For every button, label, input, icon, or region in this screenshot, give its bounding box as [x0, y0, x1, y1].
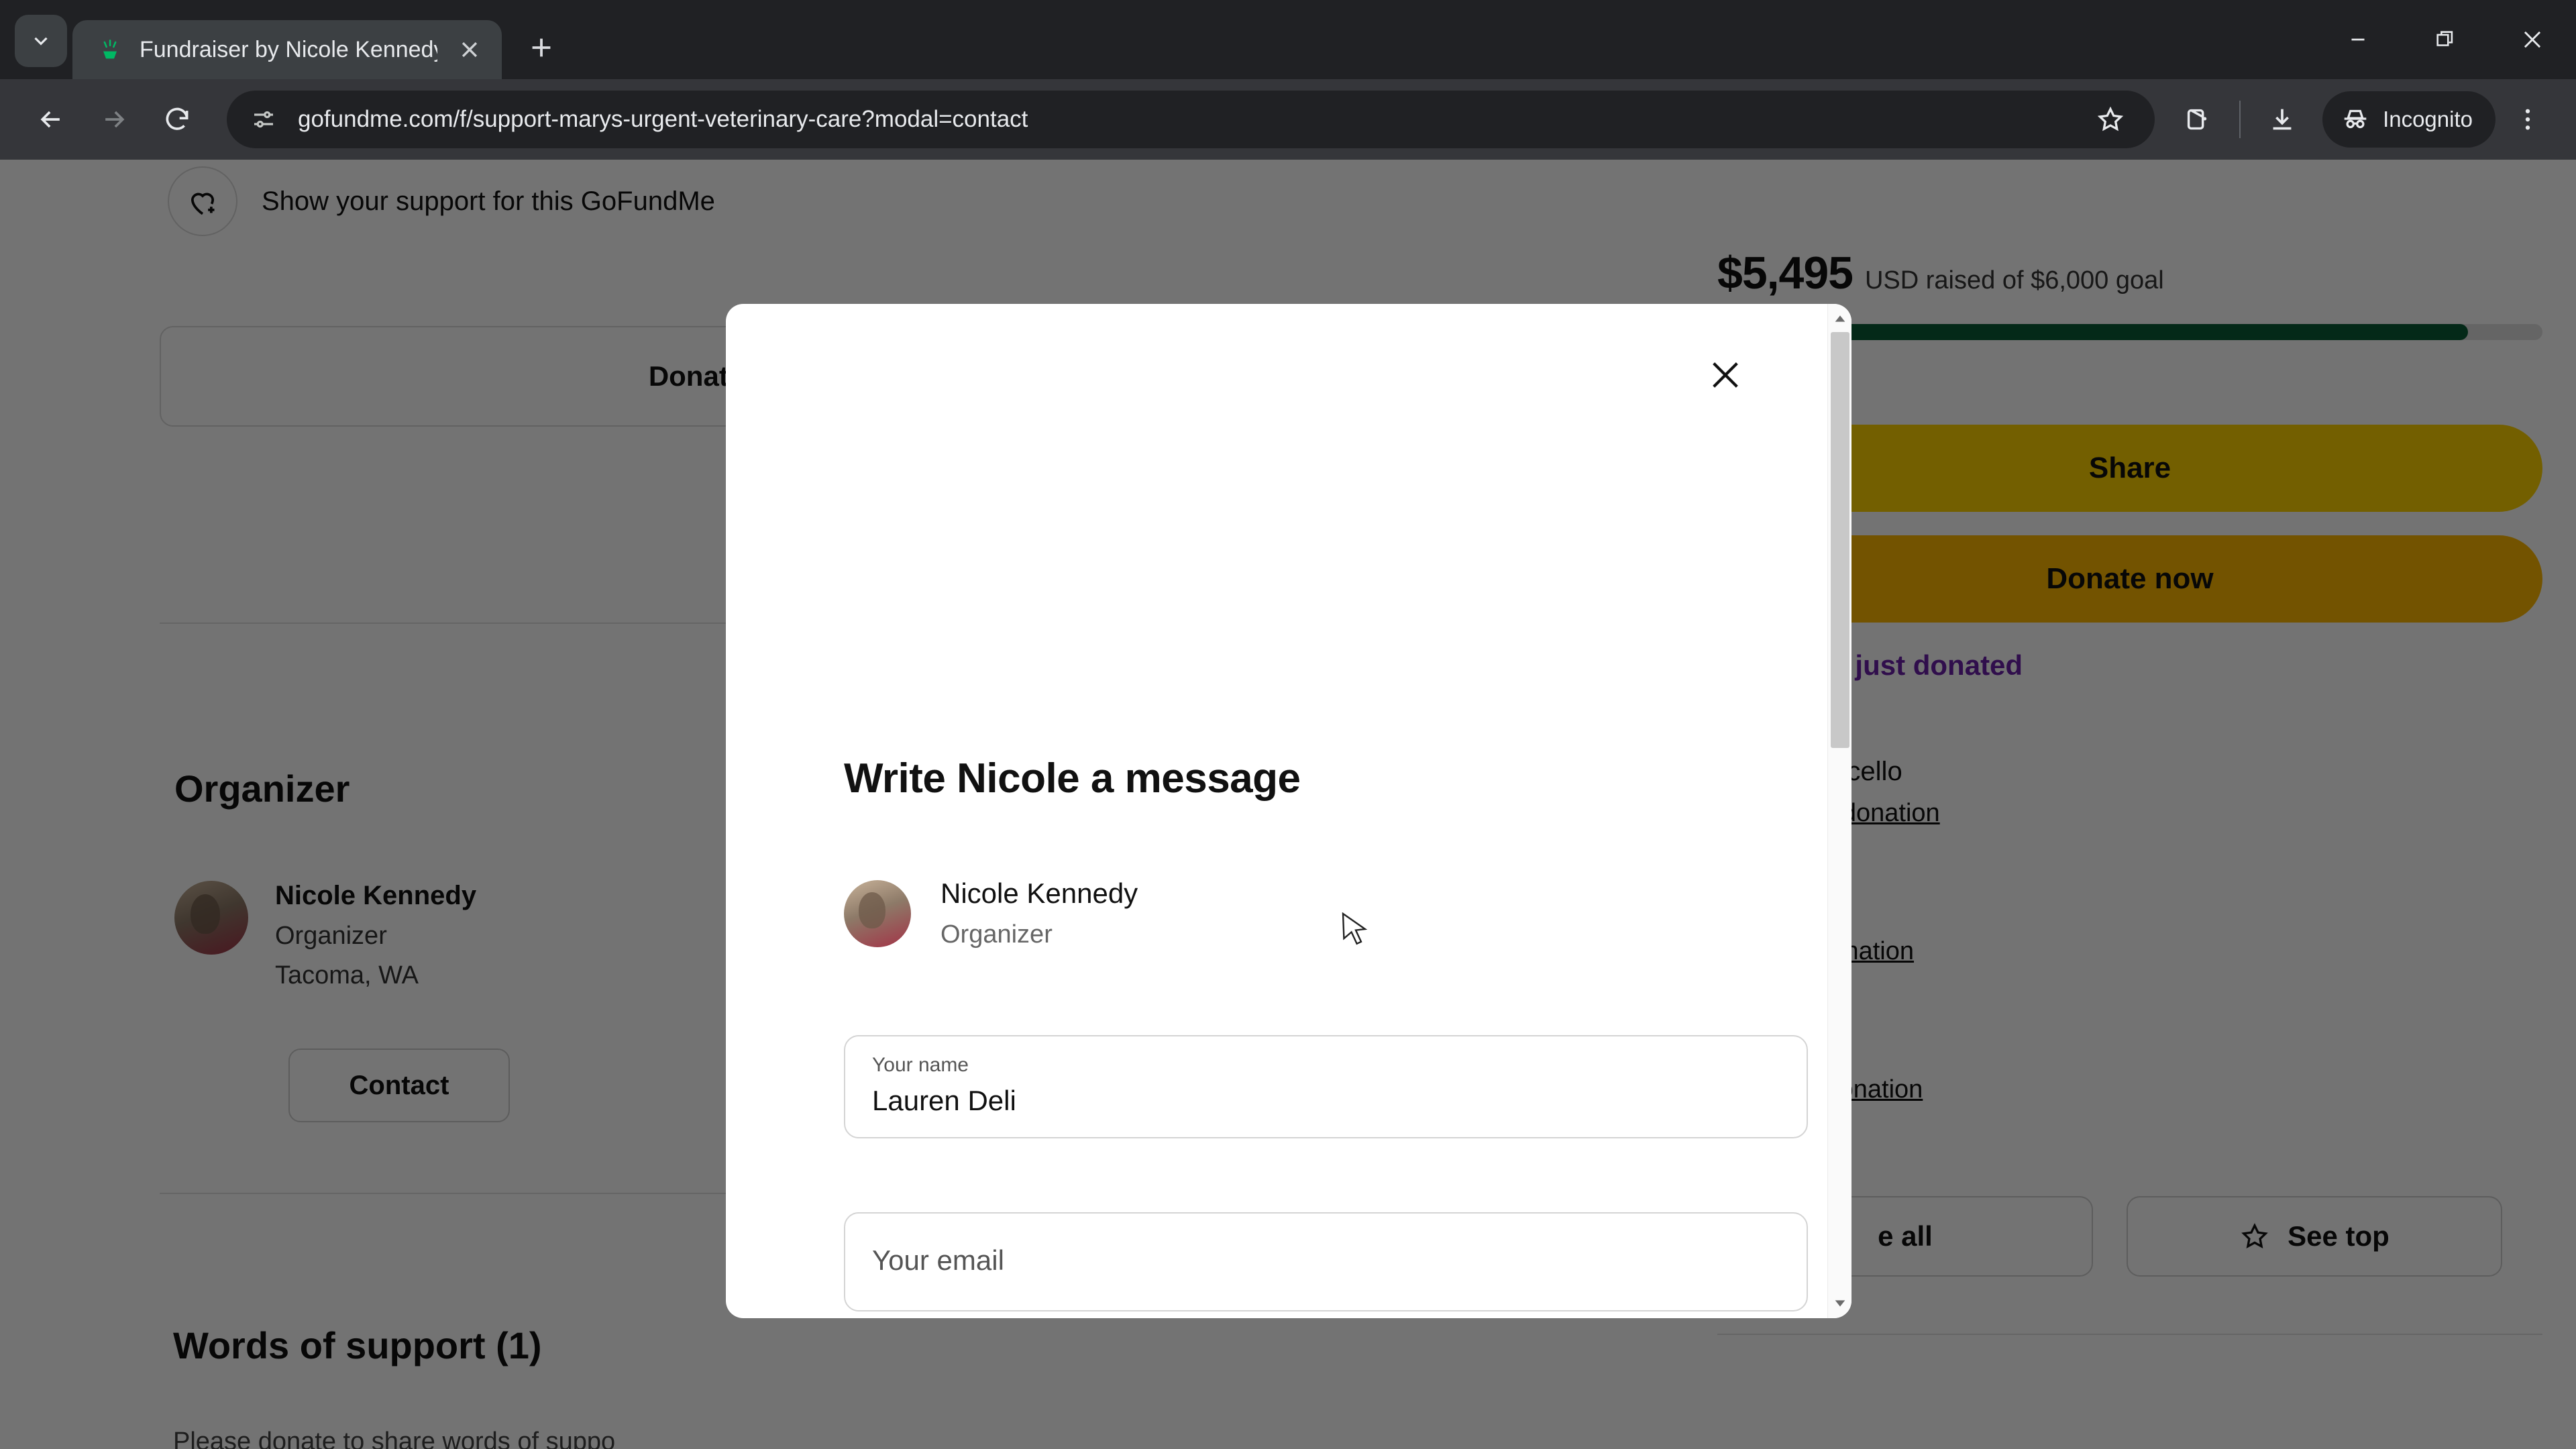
forward-arrow-icon: [105, 111, 125, 128]
incognito-label: Incognito: [2383, 107, 2473, 131]
minimize-icon: [2351, 38, 2365, 41]
modal-close-button[interactable]: [1693, 343, 1758, 407]
your-name-value: Lauren Deli: [872, 1085, 1016, 1116]
close-icon: [462, 42, 478, 58]
tab-strip: Fundraiser by Nicole Kennedy :: [0, 0, 2576, 79]
tab-search-button[interactable]: [15, 15, 67, 67]
modal-organizer-role: Organizer: [941, 920, 1053, 949]
avatar: [844, 879, 911, 947]
site-info-tune-icon[interactable]: [246, 101, 282, 138]
incognito-indicator[interactable]: Incognito: [2322, 91, 2496, 148]
chevron-down-icon: [34, 37, 48, 46]
toolbar-divider: [2239, 101, 2241, 138]
tab-close-button[interactable]: [452, 32, 487, 67]
mouse-cursor: [1342, 912, 1368, 945]
tab-title: Fundraiser by Nicole Kennedy :: [140, 36, 437, 62]
browser-window: Fundraiser by Nicole Kennedy : gofundme.…: [0, 0, 2576, 1449]
url-text: gofundme.com/f/support-marys-urgent-vete…: [298, 106, 1028, 132]
minimize-button[interactable]: [2314, 0, 2402, 79]
extensions-button[interactable]: [2172, 94, 2223, 145]
reload-button[interactable]: [149, 91, 205, 148]
back-button[interactable]: [23, 91, 79, 148]
modal-organizer-name: Nicole Kennedy: [941, 877, 1138, 909]
window-close-button[interactable]: [2489, 0, 2576, 79]
your-name-field[interactable]: Your name Lauren Deli: [844, 1035, 1808, 1138]
browser-toolbar: gofundme.com/f/support-marys-urgent-vete…: [0, 79, 2576, 160]
maximize-button[interactable]: [2402, 0, 2489, 79]
your-name-label: Your name: [872, 1054, 969, 1076]
window-controls: [2314, 0, 2576, 79]
downloads-button[interactable]: [2257, 94, 2308, 145]
new-tab-button[interactable]: [518, 24, 565, 71]
your-email-field[interactable]: Your email: [844, 1212, 1808, 1311]
scroll-down-arrow-icon[interactable]: [1828, 1291, 1851, 1316]
three-dot-menu-icon: [2525, 109, 2530, 130]
plus-icon: [532, 38, 551, 57]
modal-organizer-row: Nicole Kennedy Organizer: [844, 877, 1138, 949]
incognito-hat-icon: [2344, 109, 2367, 129]
forward-button[interactable]: [86, 91, 142, 148]
modal-scrollbar[interactable]: [1827, 304, 1851, 1318]
browser-tab[interactable]: Fundraiser by Nicole Kennedy :: [72, 20, 502, 79]
restore-icon: [2436, 31, 2453, 46]
download-icon: [2273, 109, 2292, 130]
bookmark-star-icon[interactable]: [2085, 94, 2136, 145]
close-icon: [1713, 362, 1738, 388]
gofundme-logo-icon: [95, 35, 125, 64]
modal-scrollbar-thumb[interactable]: [1831, 332, 1849, 748]
contact-organizer-modal: Write Nicole a message Nicole Kennedy Or…: [726, 304, 1851, 1318]
scroll-up-arrow-icon[interactable]: [1828, 307, 1851, 331]
chrome-menu-button[interactable]: [2502, 94, 2553, 145]
modal-title: Write Nicole a message: [844, 755, 1301, 802]
extensions-icon: [2187, 109, 2207, 130]
address-bar[interactable]: gofundme.com/f/support-marys-urgent-vete…: [227, 91, 2155, 148]
reload-icon: [166, 107, 189, 130]
your-email-placeholder: Your email: [872, 1244, 1004, 1276]
window-close-icon: [2524, 31, 2541, 48]
back-arrow-icon: [40, 111, 60, 128]
